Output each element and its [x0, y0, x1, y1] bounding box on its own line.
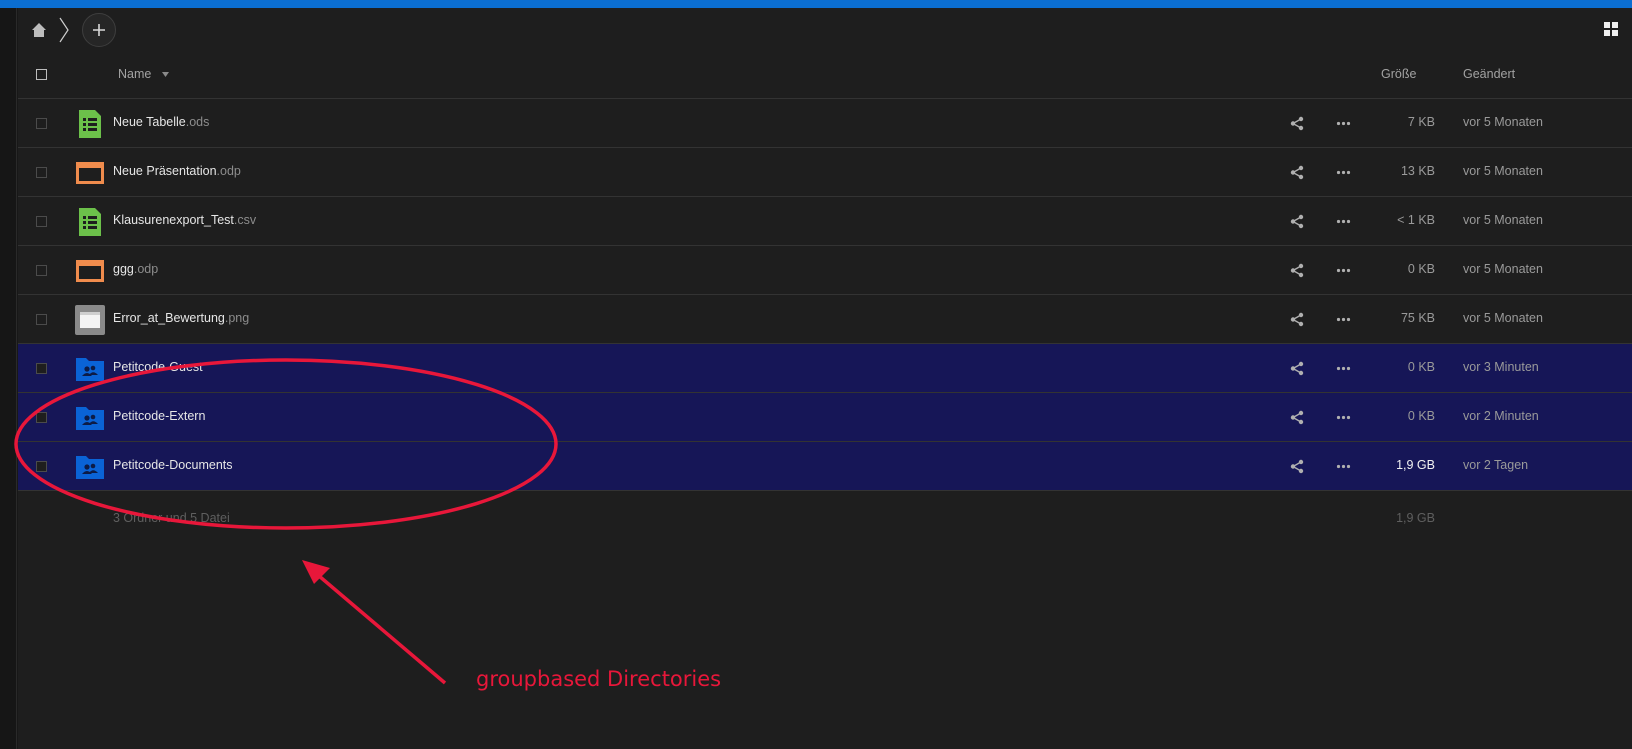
sort-caret-down-icon: [162, 72, 169, 77]
row-checkbox[interactable]: [36, 118, 47, 129]
file-size: 75 KB: [1400, 311, 1435, 325]
share-icon[interactable]: [1290, 214, 1305, 229]
file-row[interactable]: Neue Tabelle.ods 7 KB vor 5 Monaten: [18, 99, 1632, 148]
folder-name[interactable]: Petitcode-Documents: [113, 458, 233, 472]
folder-row[interactable]: Petitcode-Extern 0 KB vor 2 Minuten: [18, 393, 1632, 442]
file-extension: .odp: [216, 164, 241, 178]
row-checkbox[interactable]: [36, 461, 47, 472]
file-row[interactable]: ggg.odp 0 KB vor 5 Monaten: [18, 246, 1632, 295]
more-actions-icon[interactable]: [1336, 410, 1351, 425]
list-summary-size: 1,9 GB: [1396, 511, 1435, 525]
spreadsheet-icon: [79, 208, 101, 236]
file-name[interactable]: ggg.odp: [113, 262, 158, 276]
more-actions-icon[interactable]: [1336, 361, 1351, 376]
file-size: 0 KB: [1407, 409, 1435, 423]
file-list-view: Name Größe Geändert Neue Tabelle.ods 7 K…: [18, 8, 1632, 749]
file-basename: Neue Tabelle: [113, 115, 186, 129]
more-actions-icon[interactable]: [1336, 263, 1351, 278]
home-icon[interactable]: [31, 22, 47, 38]
group-folder-icon: [76, 407, 104, 430]
annotation-label: groupbased Directories: [476, 667, 722, 691]
file-basename: Neue Präsentation: [113, 164, 217, 178]
row-checkbox[interactable]: [36, 216, 47, 227]
file-name[interactable]: Neue Tabelle.ods: [113, 115, 209, 129]
share-icon[interactable]: [1290, 263, 1305, 278]
row-checkbox[interactable]: [36, 265, 47, 276]
file-name[interactable]: Error_at_Bewertung.png: [113, 311, 249, 325]
more-actions-icon[interactable]: [1336, 312, 1351, 327]
file-list-header: Name Größe Geändert: [18, 54, 1632, 99]
row-checkbox[interactable]: [36, 363, 47, 374]
column-header-name[interactable]: Name: [118, 67, 151, 81]
more-actions-icon[interactable]: [1336, 116, 1351, 131]
breadcrumb-separator-icon: [59, 17, 69, 43]
spreadsheet-icon: [79, 110, 101, 138]
file-name[interactable]: Klausurenexport_Test.csv: [113, 213, 256, 227]
share-icon[interactable]: [1290, 361, 1305, 376]
share-icon[interactable]: [1290, 116, 1305, 131]
row-checkbox[interactable]: [36, 412, 47, 423]
file-modified: vor 5 Monaten: [1463, 311, 1543, 325]
folder-row[interactable]: Petitcode-Guest 0 KB vor 3 Minuten: [18, 344, 1632, 393]
share-icon[interactable]: [1290, 459, 1305, 474]
more-actions-icon[interactable]: [1336, 165, 1351, 180]
row-checkbox[interactable]: [36, 314, 47, 325]
file-size: 0 KB: [1407, 262, 1435, 276]
file-row[interactable]: Neue Präsentation.odp 13 KB vor 5 Monate…: [18, 148, 1632, 197]
top-accent-bar: [0, 0, 1632, 8]
file-modified: vor 2 Tagen: [1463, 458, 1529, 472]
file-basename: ggg: [113, 262, 134, 276]
file-size: 13 KB: [1400, 164, 1435, 178]
add-new-button[interactable]: [82, 13, 116, 47]
folder-name[interactable]: Petitcode-Extern: [113, 409, 205, 423]
file-size: 0 KB: [1407, 360, 1435, 374]
file-basename: Klausurenexport_Test: [113, 213, 234, 227]
column-header-modified[interactable]: Geändert: [1463, 67, 1515, 81]
left-sidebar-edge: [0, 8, 17, 749]
group-folder-icon: [76, 358, 104, 381]
file-row[interactable]: Klausurenexport_Test.csv < 1 KB vor 5 Mo…: [18, 197, 1632, 246]
file-size: 1,9 GB: [1396, 458, 1435, 472]
file-modified: vor 5 Monaten: [1463, 164, 1543, 178]
list-summary: 3 Ordner und 5 Datei: [113, 511, 230, 525]
plus-icon: [93, 24, 105, 36]
more-actions-icon[interactable]: [1336, 459, 1351, 474]
folder-row[interactable]: Petitcode-Documents 1,9 GB vor 2 Tagen: [18, 442, 1632, 491]
file-name[interactable]: Neue Präsentation.odp: [113, 164, 241, 178]
folder-name[interactable]: Petitcode-Guest: [113, 360, 203, 374]
file-row[interactable]: Error_at_Bewertung.png 75 KB vor 5 Monat…: [18, 295, 1632, 344]
row-checkbox[interactable]: [36, 167, 47, 178]
file-size: 7 KB: [1407, 115, 1435, 129]
file-extension: .png: [224, 311, 250, 325]
grid-view-icon[interactable]: [1604, 22, 1618, 36]
file-modified: vor 5 Monaten: [1463, 115, 1543, 129]
more-actions-icon[interactable]: [1336, 214, 1351, 229]
share-icon[interactable]: [1290, 410, 1305, 425]
file-modified: vor 5 Monaten: [1463, 213, 1543, 227]
group-folder-icon: [76, 456, 104, 479]
presentation-icon: [76, 260, 104, 282]
presentation-icon: [76, 162, 104, 184]
file-size: < 1 KB: [1397, 213, 1435, 227]
file-extension: .csv: [233, 213, 257, 227]
file-extension: .ods: [185, 115, 210, 129]
file-modified: vor 2 Minuten: [1463, 409, 1539, 423]
file-modified: vor 3 Minuten: [1463, 360, 1539, 374]
image-icon: [75, 305, 105, 335]
file-modified: vor 5 Monaten: [1463, 262, 1543, 276]
share-icon[interactable]: [1290, 312, 1305, 327]
select-all-checkbox[interactable]: [36, 69, 47, 80]
file-extension: .odp: [133, 262, 159, 276]
column-header-size[interactable]: Größe: [1381, 67, 1416, 81]
share-icon[interactable]: [1290, 165, 1305, 180]
file-basename: Error_at_Bewertung: [113, 311, 225, 325]
